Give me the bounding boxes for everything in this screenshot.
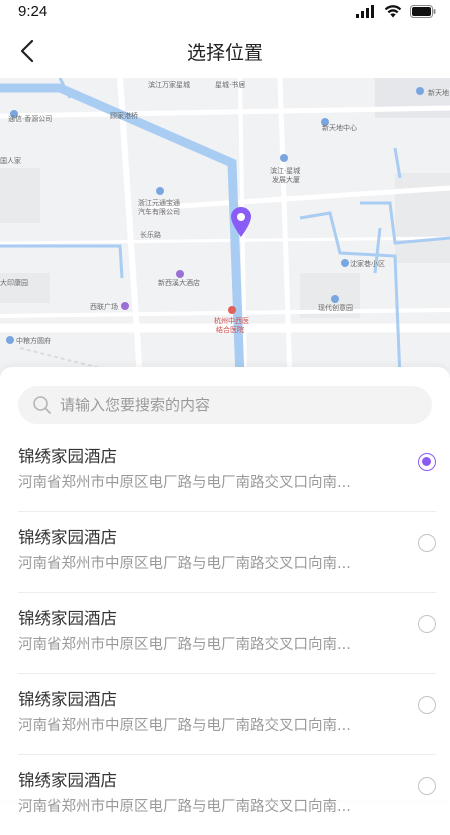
location-name: 锦绣家园酒店 [18, 447, 117, 466]
location-address: 河南省郑州市中原区电厂路与电厂南路交叉口向南... [18, 556, 351, 572]
map-label: 大印康园 [0, 279, 28, 287]
location-address: 河南省郑州市中原区电厂路与电厂南路交叉口向南... [18, 475, 351, 491]
location-address: 河南省郑州市中原区电厂路与电厂南路交叉口向南... [18, 718, 351, 734]
location-name: 锦绣家园酒店 [18, 690, 117, 709]
map-view[interactable]: 滨江万家星城 星城·书居 新天地 通信·香源公司 顾家港桥 新天地中心 国人家 … [0, 78, 450, 378]
radio-selected[interactable] [418, 453, 436, 471]
map-label: 现代创意园 [318, 304, 353, 312]
map-label: 顾家港桥 [110, 112, 138, 120]
map-label: 结合医院 [216, 326, 244, 334]
location-name: 锦绣家园酒店 [18, 609, 117, 628]
location-item[interactable]: 锦绣家园酒店 河南省郑州市中原区电厂路与电厂南路交叉口向南... [18, 512, 436, 593]
location-sheet: 锦绣家园酒店 河南省郑州市中原区电厂路与电厂南路交叉口向南... 锦绣家园酒店 … [0, 367, 450, 815]
radio-unselected[interactable] [418, 615, 436, 633]
location-pin-icon[interactable] [230, 206, 252, 238]
status-bar: 9:24 [0, 0, 450, 24]
search-box[interactable] [18, 386, 432, 424]
location-item[interactable]: 锦绣家园酒店 河南省郑州市中原区电厂路与电厂南路交叉口向南... [18, 431, 436, 512]
map-label: 新天地中心 [322, 124, 357, 132]
location-name: 锦绣家园酒店 [18, 528, 117, 547]
page-title: 选择位置 [186, 42, 263, 64]
location-name: 锦绣家园酒店 [18, 771, 117, 790]
map-label: 新西溪大酒店 [158, 279, 200, 287]
map-label: 通信·香源公司 [8, 115, 53, 123]
nav-bar: 选择位置 [0, 24, 450, 78]
location-address: 河南省郑州市中原区电厂路与电厂南路交叉口向南... [18, 637, 351, 653]
map-label: 滨江万家星城 [148, 81, 190, 89]
location-item[interactable]: 锦绣家园酒店 河南省郑州市中原区电厂路与电厂南路交叉口向南... [18, 674, 436, 755]
location-address: 河南省郑州市中原区电厂路与电厂南路交叉口向南... [18, 799, 351, 815]
radio-unselected[interactable] [418, 696, 436, 714]
radio-unselected[interactable] [418, 777, 436, 795]
location-list: 锦绣家园酒店 河南省郑州市中原区电厂路与电厂南路交叉口向南... 锦绣家园酒店 … [0, 431, 450, 835]
location-item[interactable]: 锦绣家园酒店 河南省郑州市中原区电厂路与电厂南路交叉口向南... [18, 593, 436, 674]
map-label: 星城·书居 [215, 81, 246, 89]
location-item[interactable]: 锦绣家园酒店 河南省郑州市中原区电厂路与电厂南路交叉口向南... [18, 755, 436, 835]
map-label: 新天地 [428, 89, 449, 97]
map-label: 长乐路 [140, 231, 161, 239]
map-label: 中粮方圆府 [16, 337, 51, 345]
map-label: 沈家巷小区 [350, 260, 385, 268]
radio-unselected[interactable] [418, 534, 436, 552]
map-label: 发展大厦 [272, 176, 300, 184]
map-label: 西联广场 [90, 303, 118, 311]
map-label: 国人家 [0, 157, 21, 165]
signal-icon [356, 5, 374, 18]
wifi-icon [384, 5, 402, 18]
battery-icon [410, 5, 436, 18]
search-input[interactable] [58, 395, 422, 415]
map-label: 汽车有限公司 [138, 208, 180, 216]
status-icons [356, 5, 436, 18]
status-time: 9:24 [18, 3, 48, 20]
search-icon [33, 396, 51, 414]
